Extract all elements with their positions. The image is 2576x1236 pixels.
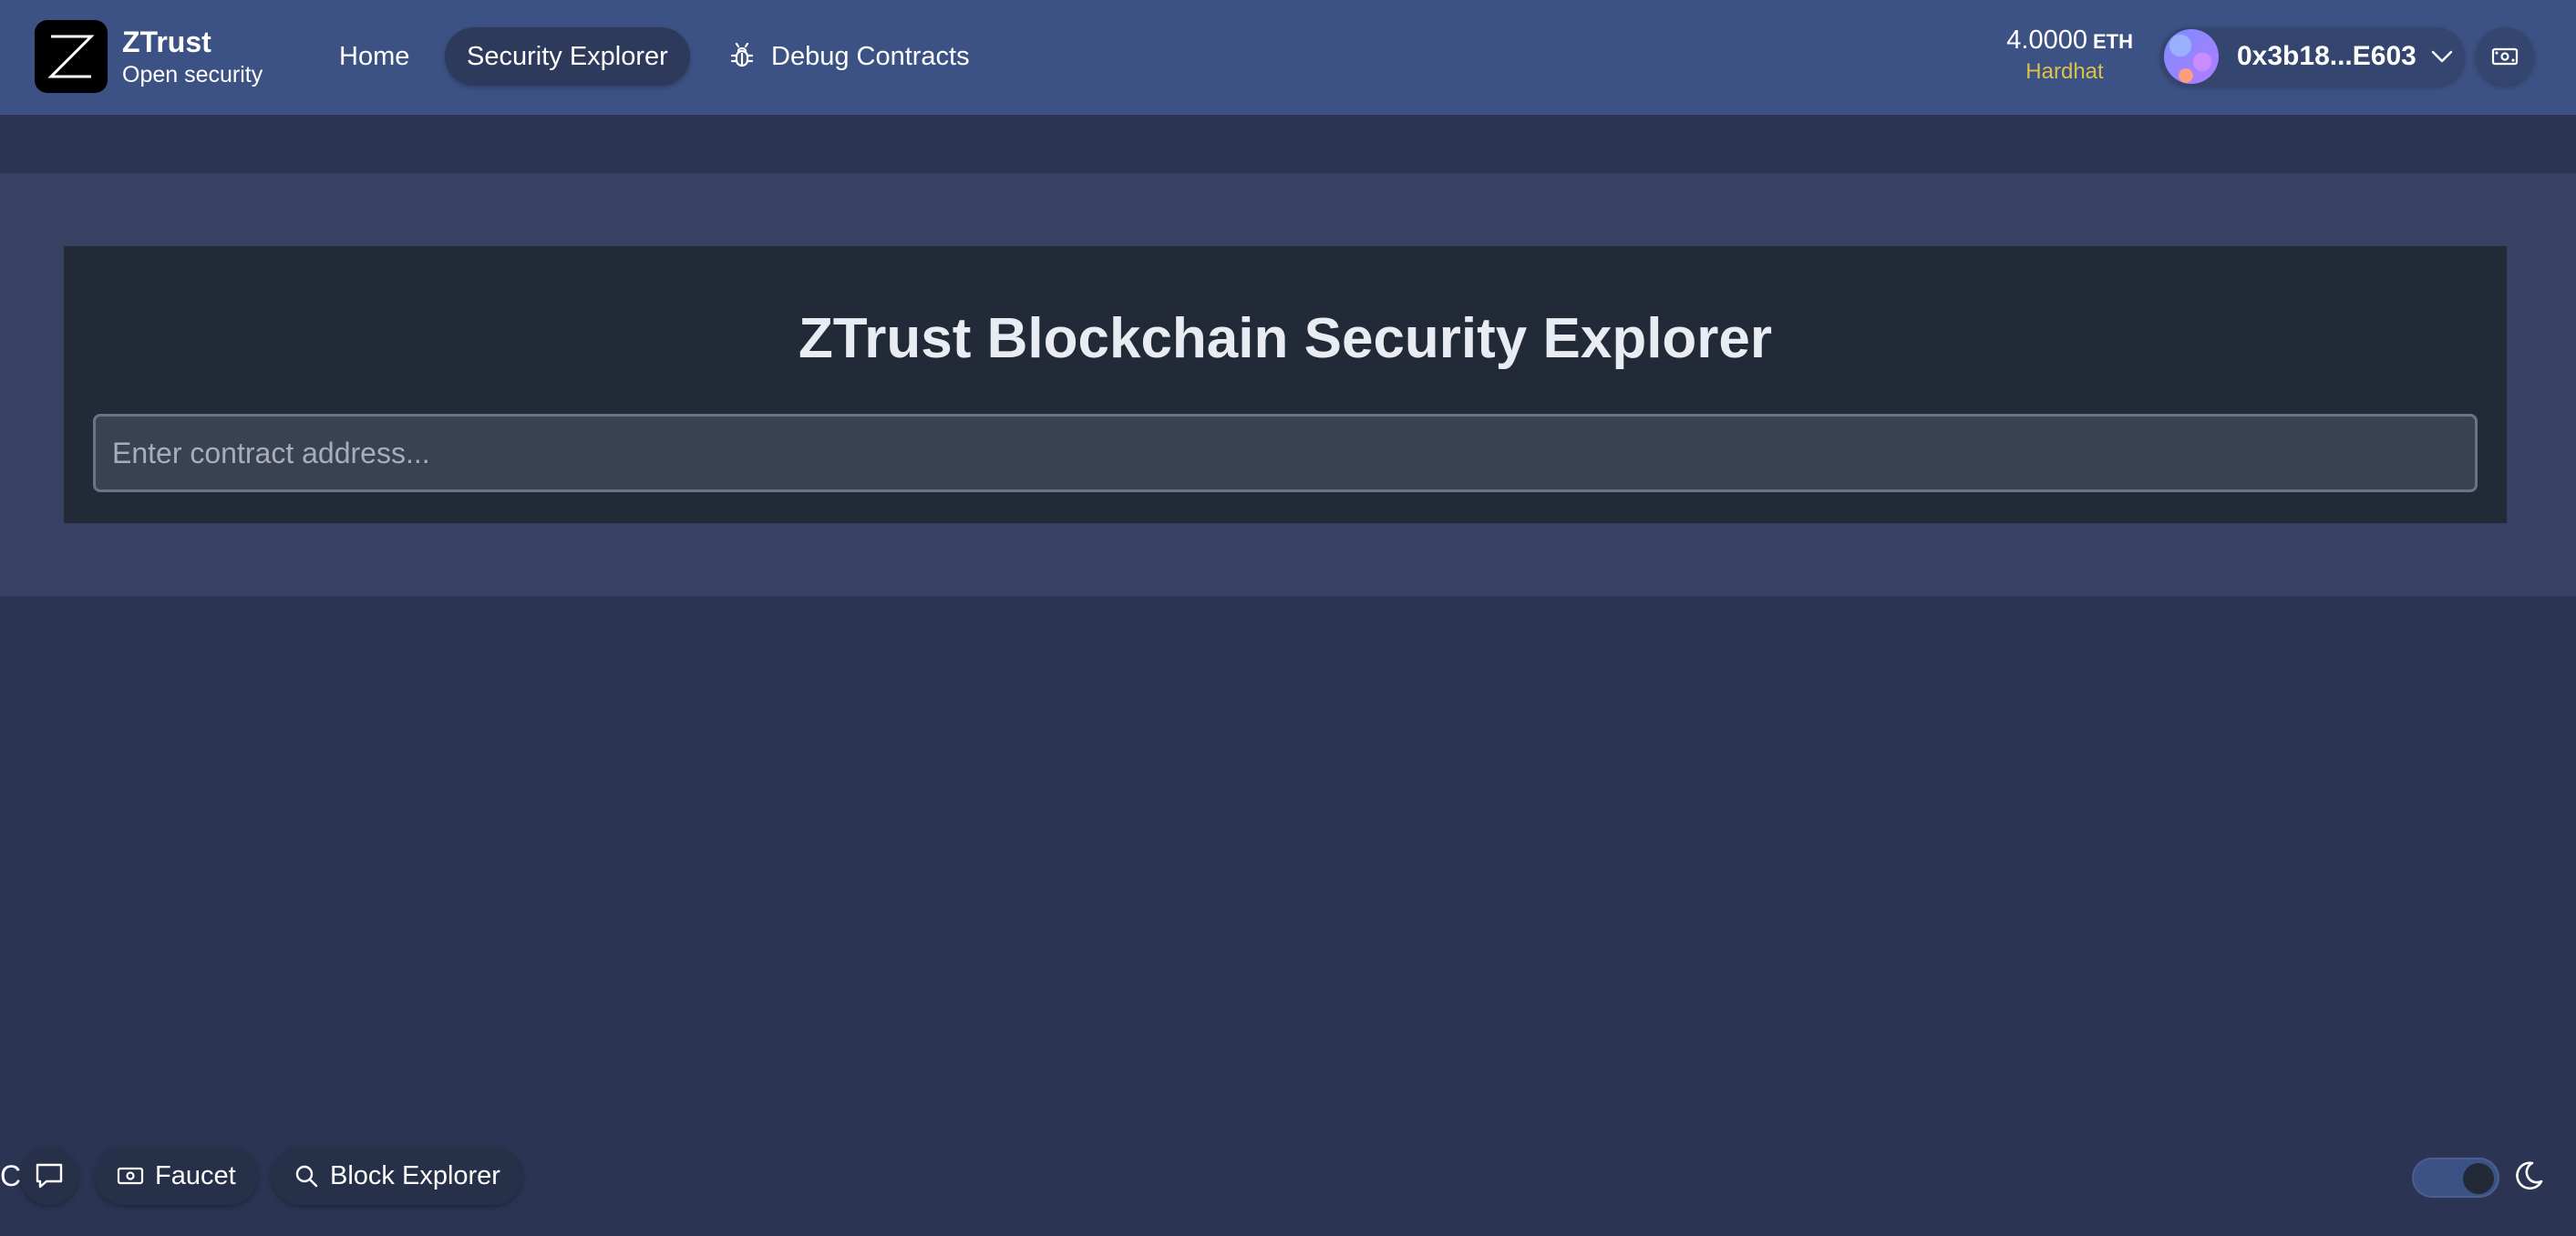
block-explorer-label: Block Explorer <box>330 1160 500 1190</box>
block-explorer-button[interactable]: Block Explorer <box>272 1147 522 1205</box>
top-navbar: ZTrust Open security Home Security Explo… <box>0 0 2576 115</box>
search-icon <box>295 1165 318 1188</box>
theme-toggle[interactable] <box>2412 1158 2499 1198</box>
sub-header-bar <box>0 115 2576 173</box>
balance-amount: 4.0000 <box>2006 26 2087 55</box>
faucet-button[interactable]: Faucet <box>95 1147 258 1205</box>
chat-bubble-icon <box>36 1163 63 1189</box>
toggle-knob <box>2463 1163 2494 1194</box>
nav-debug-contracts[interactable]: Debug Contracts <box>707 27 992 86</box>
network-name: Hardhat <box>2025 59 2104 84</box>
wallet-button[interactable] <box>2476 27 2534 86</box>
bug-icon <box>730 43 754 67</box>
nav-home-label: Home <box>339 41 410 71</box>
contract-address-input[interactable] <box>93 414 2478 492</box>
search-card: ZTrust Blockchain Security Explorer <box>64 246 2507 523</box>
nav-security-explorer[interactable]: Security Explorer <box>445 27 690 86</box>
brand-subtitle: Open security <box>122 62 263 88</box>
chevron-down-icon <box>2431 50 2453 63</box>
banknote-icon <box>2491 47 2519 66</box>
banknote-icon <box>117 1167 144 1185</box>
chat-button[interactable] <box>20 1147 78 1205</box>
nav-debug-contracts-label: Debug Contracts <box>771 41 970 71</box>
account-dropdown-button[interactable]: 0x3b18...E603 <box>2160 27 2465 86</box>
faucet-label: Faucet <box>155 1160 236 1190</box>
balance-unit: ETH <box>2093 30 2133 53</box>
account-address: 0x3b18...E603 <box>2237 41 2416 71</box>
page-title: ZTrust Blockchain Security Explorer <box>798 307 1773 370</box>
z-logo-icon[interactable] <box>35 20 108 93</box>
nav-home[interactable]: Home <box>317 27 431 86</box>
moon-icon <box>2516 1161 2543 1190</box>
avatar <box>2164 29 2219 84</box>
wallet-balance: 4.0000 ETH Hardhat <box>1996 26 2133 85</box>
nav-security-explorer-label: Security Explorer <box>467 41 668 71</box>
brand-title[interactable]: ZTrust <box>122 26 211 59</box>
hero-section: ZTrust Blockchain Security Explorer <box>0 173 2576 596</box>
